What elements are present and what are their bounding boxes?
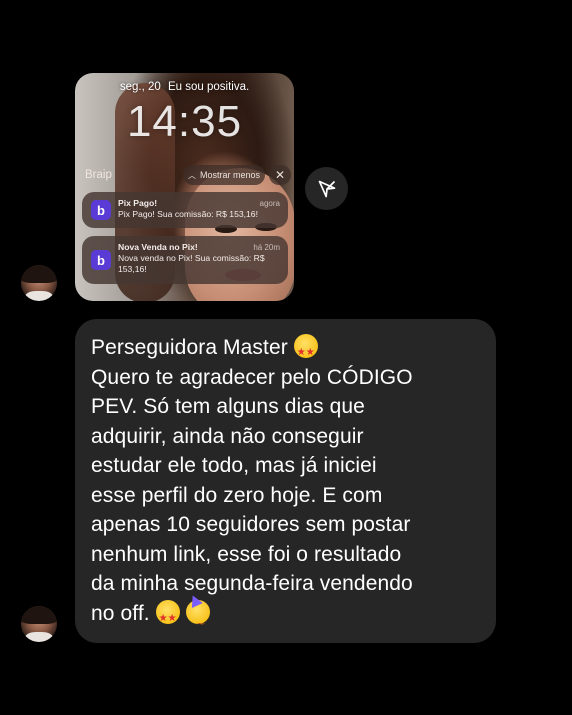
message-line: estudar ele todo, mas já iniciei — [91, 454, 377, 477]
notification-time: agora — [259, 199, 280, 208]
notification-card: b agora Pix Pago! Pix Pago! Sua comissão… — [82, 192, 288, 228]
chevron-up-icon: ︿ — [187, 170, 196, 180]
show-less-label: Mostrar menos — [199, 170, 261, 180]
message-line: apenas 10 seguidores sem postar — [91, 513, 411, 536]
message-line: da minha segunda-feira vendendo — [91, 572, 413, 595]
notification-card: b há 20m Nova Venda no Pix! Nova venda n… — [82, 236, 288, 284]
app-logo-icon: b — [91, 200, 111, 220]
message-last-line: no off. — [91, 601, 150, 625]
lock-caption: Eu sou positiva. — [167, 81, 250, 93]
lock-screen-time: 14:35 — [126, 97, 243, 146]
share-button[interactable] — [305, 167, 348, 210]
avatar[interactable] — [21, 606, 57, 642]
message-sender-line: Perseguidora Master — [91, 336, 288, 359]
message-line: PEV. Só tem alguns dias que — [91, 395, 365, 418]
star-struck-emoji-icon — [293, 334, 318, 368]
app-logo-icon: b — [91, 250, 111, 270]
partying-face-emoji-icon — [185, 599, 210, 638]
message-bubble[interactable]: Perseguidora Master Quero te agradecer p… — [75, 319, 496, 643]
message-line: esse perfil do zero hoje. E com — [91, 483, 383, 507]
story-preview[interactable]: seg., 20 Eu sou positiva. 14:35 Braip ︿ … — [75, 73, 294, 301]
message-line: Quero te agradecer pelo CÓDIGO — [91, 365, 413, 389]
star-struck-emoji-icon — [155, 599, 180, 633]
message-line: no off. — [91, 599, 482, 638]
notification-title: Pix Pago! — [118, 198, 158, 208]
close-icon: ✕ — [269, 165, 291, 185]
avatar[interactable] — [21, 265, 57, 301]
lock-date: seg., 20 — [119, 81, 161, 93]
message-line: nenhum link, esse foi o resultado — [91, 542, 402, 566]
lock-screen-date: seg., 20 Eu sou positiva. — [75, 81, 294, 93]
notification-body: Nova venda no Pix! Sua comissão: R$ 153,… — [118, 253, 265, 274]
notification-body: Pix Pago! Sua comissão: R$ 153,16! — [118, 209, 258, 219]
message-line: Perseguidora Master — [91, 333, 482, 368]
avatar-shirt — [25, 291, 53, 301]
notification-time: há 20m — [253, 243, 280, 252]
show-less-pill: ︿ Mostrar menos — [183, 165, 265, 185]
message-line: adquirir, ainda não conseguir — [91, 424, 364, 448]
notification-group-label: Braip — [85, 169, 112, 181]
avatar-hair — [21, 265, 57, 283]
send-icon — [318, 180, 335, 197]
avatar-shirt — [25, 632, 53, 642]
avatar-hair — [21, 606, 57, 624]
